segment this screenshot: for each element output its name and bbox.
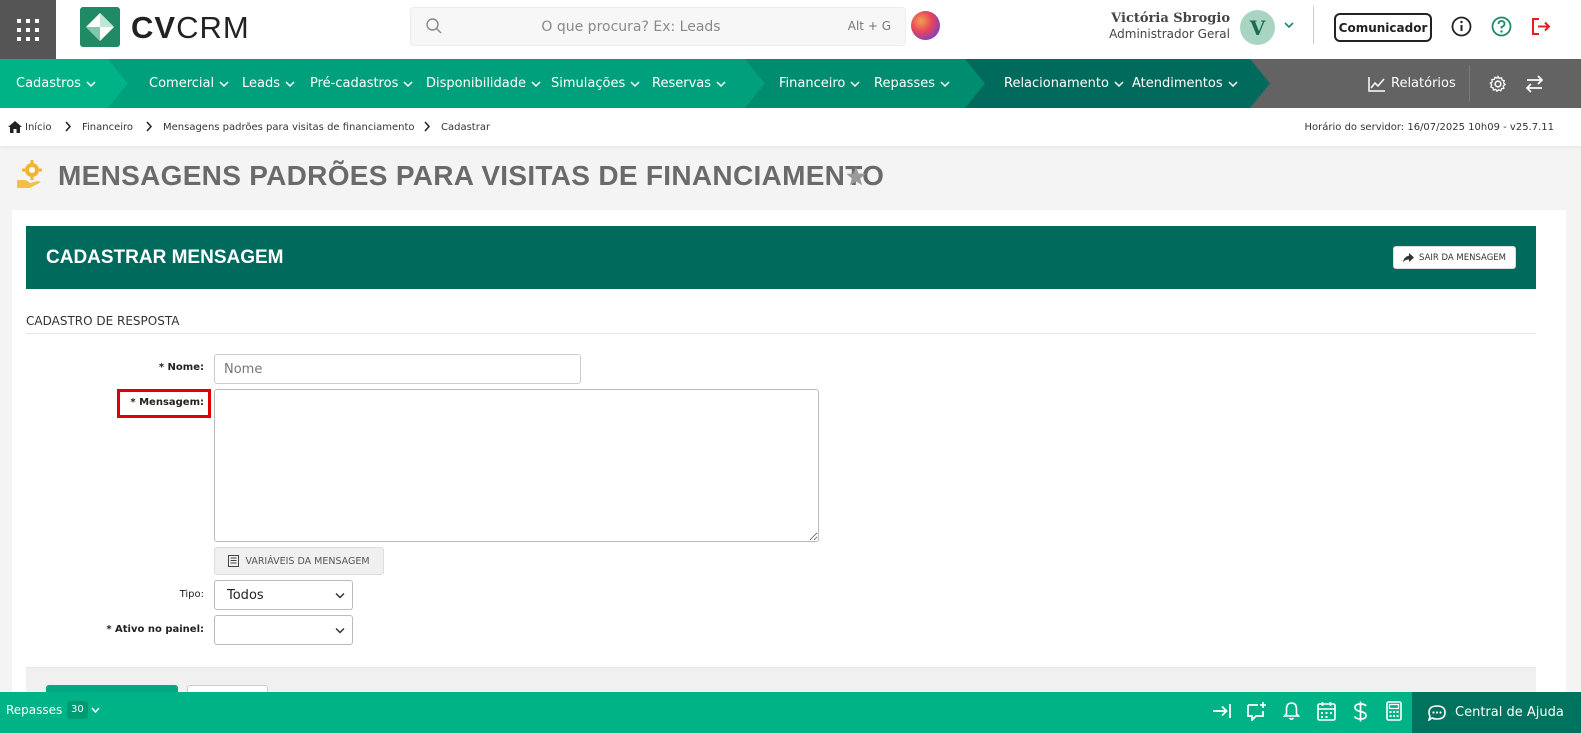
active-label: * Ativo no painel: (106, 624, 204, 635)
exit-message-button[interactable]: SAIR DA MENSAGEM (1393, 246, 1516, 269)
user-name: Victória Sbrogio (1111, 11, 1230, 26)
section-title: CADASTRO DE RESPOSTA (26, 314, 180, 328)
share-arrow-icon (1403, 252, 1415, 262)
chevron-down-icon[interactable] (1283, 19, 1295, 31)
search-shortcut-hint: Alt + G (847, 19, 891, 33)
message-variables-button[interactable]: VARIÁVEIS DA MENSAGEM (214, 547, 384, 575)
breadcrumb: Início Financeiro Mensagens padrões para… (0, 108, 1581, 146)
page-title: MENSAGENS PADRÕES PARA VISITAS DE FINANC… (58, 160, 885, 191)
card-title: CADASTRAR MENSAGEM (46, 247, 284, 268)
nav-reservas[interactable]: Reservas (652, 59, 726, 108)
message-label: * Mensagem: (130, 397, 204, 408)
switch-arrows-icon[interactable] (1525, 75, 1544, 93)
ai-assistant-icon[interactable] (911, 11, 940, 40)
nav-cadastros[interactable]: Cadastros (16, 59, 96, 108)
info-icon[interactable] (1451, 16, 1472, 37)
gear-icon[interactable] (1489, 75, 1507, 93)
breadcrumb-inicio[interactable]: Início (25, 122, 51, 133)
name-label: * Nome: (158, 362, 204, 373)
bottom-bar: Repasses 30 Central de Ajuda (0, 692, 1581, 733)
chevron-down-icon (531, 80, 541, 87)
exit-message-label: SAIR DA MENSAGEM (1419, 252, 1506, 263)
logout-icon[interactable] (1530, 16, 1552, 37)
nav-disponibilidade[interactable]: Disponibilidade (426, 59, 541, 108)
chevron-down-icon (86, 80, 96, 87)
apps-menu-button[interactable] (0, 0, 56, 59)
type-select[interactable]: Todos (214, 580, 353, 610)
breadcrumb-financeiro[interactable]: Financeiro (82, 122, 133, 133)
dollar-icon[interactable] (1353, 701, 1368, 722)
nav-leads[interactable]: Leads (242, 59, 295, 108)
top-bar: CVCRM Alt + G Victória Sbrogio Administr… (0, 0, 1581, 59)
active-select[interactable] (214, 615, 353, 645)
calculator-icon[interactable] (1386, 701, 1402, 721)
card-header: CADASTRAR MENSAGEM SAIR DA MENSAGEM (26, 226, 1536, 289)
nav-relacionamento[interactable]: Relacionamento (1004, 59, 1124, 108)
breadcrumb-mensagens[interactable]: Mensagens padrões para visitas de financ… (163, 122, 415, 133)
help-center-button[interactable]: Central de Ajuda (1412, 692, 1581, 733)
chevron-right-icon (424, 121, 431, 132)
cvcrm-logo-icon (80, 7, 120, 47)
chevron-down-icon (1228, 80, 1238, 87)
divider (1313, 6, 1314, 44)
message-textarea[interactable] (214, 389, 819, 542)
server-time: Horário do servidor: 16/07/2025 10h09 - … (1304, 122, 1554, 133)
communicator-button[interactable]: Comunicador (1334, 13, 1432, 42)
user-role: Administrador Geral (1109, 27, 1230, 41)
chevron-down-icon (850, 80, 860, 87)
chevron-down-icon (630, 80, 640, 87)
nav-repasses[interactable]: Repasses (874, 59, 950, 108)
type-label: Tipo: (179, 589, 204, 600)
chevron-down-icon (940, 80, 950, 87)
global-search: Alt + G (410, 7, 906, 46)
bell-icon[interactable] (1283, 701, 1300, 721)
chart-line-icon (1368, 76, 1385, 92)
avatar[interactable]: V (1240, 10, 1275, 45)
nav-simulacoes[interactable]: Simulações (551, 59, 640, 108)
chevron-down-icon (403, 80, 413, 87)
divider (1469, 65, 1470, 102)
name-input[interactable] (214, 354, 581, 384)
grid-icon (17, 18, 39, 41)
type-select-value: Todos (227, 587, 264, 603)
nav-atendimentos[interactable]: Atendimentos (1132, 59, 1238, 108)
help-center-label: Central de Ajuda (1455, 705, 1564, 720)
repasses-count-badge: 30 (67, 701, 88, 719)
breadcrumb-cadastrar: Cadastrar (441, 122, 491, 133)
search-input[interactable] (451, 8, 811, 45)
nav-pre-cadastros[interactable]: Pré-cadastros (310, 59, 413, 108)
chat-bubble-icon (1428, 704, 1446, 721)
logo-text: CVCRM (131, 9, 250, 45)
chevron-right-icon (65, 121, 72, 132)
nav-relatorios[interactable]: Relatórios (1368, 59, 1456, 108)
star-icon[interactable] (845, 166, 867, 187)
chevron-down-icon (1114, 80, 1124, 87)
chevron-down-icon[interactable] (91, 707, 100, 714)
hand-coin-icon (17, 160, 42, 188)
list-document-icon (228, 555, 240, 567)
repasses-label[interactable]: Repasses (6, 703, 62, 717)
calendar-icon[interactable] (1317, 701, 1336, 721)
chevron-down-icon (335, 592, 345, 599)
message-variables-label: VARIÁVEIS DA MENSAGEM (245, 555, 370, 567)
search-icon (426, 18, 442, 34)
chevron-down-icon (285, 80, 295, 87)
chevron-down-icon (219, 80, 229, 87)
help-icon[interactable] (1491, 16, 1512, 37)
nav-comercial[interactable]: Comercial (149, 59, 229, 108)
chevron-down-icon (716, 80, 726, 87)
chevron-down-icon (335, 627, 345, 634)
logo[interactable]: CVCRM (80, 7, 250, 47)
nav-financeiro[interactable]: Financeiro (779, 59, 860, 108)
divider (26, 333, 1536, 334)
collapse-right-icon[interactable] (1212, 703, 1232, 719)
add-chat-icon[interactable] (1246, 701, 1268, 721)
chevron-right-icon (146, 121, 153, 132)
main-nav: Cadastros Comercial Leads Pré-cadastros … (0, 59, 1581, 108)
home-icon[interactable] (8, 121, 22, 133)
